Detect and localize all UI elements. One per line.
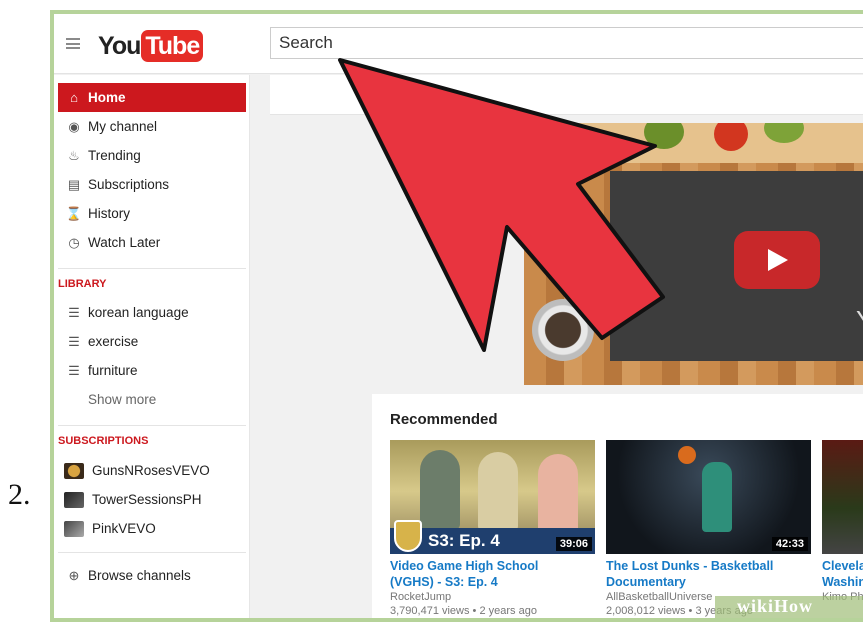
arrow-shape: [338, 58, 665, 352]
step-number: 2.: [8, 478, 31, 511]
screenshot-frame: You Tube Search ⌂ Home ◉ My channel ♨ Tr…: [50, 10, 863, 622]
annotation-arrow-icon: [338, 58, 665, 352]
